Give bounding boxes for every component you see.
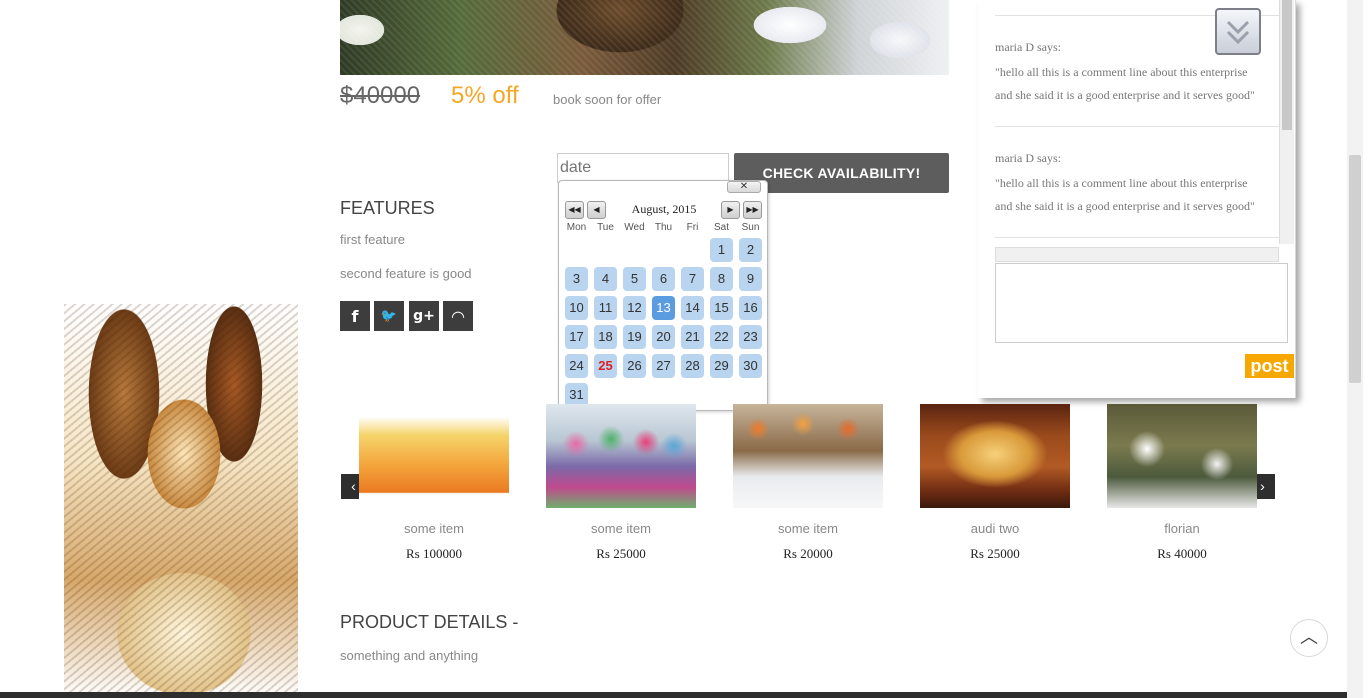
calendar-day[interactable]: 3 [565,267,588,291]
product-image[interactable] [546,404,696,508]
google-plus-icon[interactable]: g+ [409,301,439,331]
weekday-label: Sat [713,222,729,233]
scroll-down-icon[interactable] [1215,8,1261,55]
calendar-day[interactable]: 14 [681,296,704,320]
post-button[interactable]: post [1245,354,1294,378]
divider [995,237,1280,238]
features-heading: FEATURES [340,198,435,218]
calendar-day[interactable]: 10 [565,296,588,320]
calendar-day[interactable]: 5 [623,267,646,291]
calendar-day[interactable]: 7 [681,267,704,291]
product-price: Rs 25000 [970,546,1020,561]
divider [995,126,1280,127]
back-to-top-button[interactable]: ︿ [1290,619,1328,657]
calendar-day[interactable]: 13 [652,296,675,320]
calendar-day[interactable]: 4 [594,267,617,291]
calendar-day[interactable]: 18 [594,325,617,349]
prev-month-button[interactable]: ◀ [587,201,606,219]
product-name[interactable]: audi two [920,521,1070,536]
weekday-label: Thu [654,222,673,233]
calendar-day[interactable]: 11 [594,296,617,320]
prev-year-button[interactable]: ◀◀ [565,201,584,219]
weekday-label: Mon [566,222,587,233]
feature-item: second feature is good [340,266,472,281]
close-icon[interactable]: ✕ [727,181,761,193]
product-image[interactable] [1107,404,1257,508]
weekday-label: Sun [741,222,760,233]
product-name[interactable]: some item [733,521,883,536]
offer-note: book soon for offer [553,92,662,107]
comment-author: maria D says: [995,151,1061,165]
product-price: Rs 100000 [406,546,462,561]
double-chevron-down-icon [1226,20,1250,45]
product-image[interactable] [920,404,1070,508]
calendar-day[interactable]: 28 [681,354,704,378]
calendar-month-title: August, 2015 [631,202,697,216]
rss-icon[interactable]: ◠ [443,301,473,331]
scrollbar-thumb[interactable] [1282,0,1292,130]
calendar-day[interactable]: 29 [710,354,733,378]
comment-text: "hello all this is a comment line about … [995,65,1248,79]
next-year-button[interactable]: ▶▶ [743,201,762,219]
feature-item: first feature [340,232,406,247]
product-image[interactable] [359,404,509,508]
calendar-day[interactable]: 21 [681,325,704,349]
calendar-day[interactable]: 6 [652,267,675,291]
hero-image [340,0,949,75]
product-price: Rs 20000 [783,546,833,561]
product-price: Rs 25000 [596,546,646,561]
calendar-day[interactable]: 24 [565,354,588,378]
product-image[interactable] [733,404,883,508]
comment-input[interactable] [995,263,1288,343]
page-scrollbar-thumb[interactable] [1349,155,1361,383]
calendar-day[interactable]: 19 [623,325,646,349]
weekday-label: Tue [597,222,614,233]
calendar-day[interactable]: 9 [739,267,762,291]
calendar-day[interactable]: 16 [739,296,762,320]
discount-label: 5% off [451,82,519,109]
calendar-day[interactable]: 23 [739,325,762,349]
product-name[interactable]: some item [359,521,509,536]
party-photo [64,304,298,698]
weekday-label: Wed [624,222,645,233]
product-price: Rs 40000 [1157,546,1207,561]
product-details-heading: PRODUCT DETAILS - [340,612,519,632]
date-picker: ✕ ◀◀ ◀ August, 2015 ▶ ▶▶ Mon Tue Wed Thu Fri… [558,180,768,411]
calendar-day[interactable]: 20 [652,325,675,349]
comments-hscrollbar[interactable] [995,247,1279,262]
weekday-label: Fri [686,222,699,233]
product-name[interactable]: florian [1107,521,1257,536]
calendar-day[interactable]: 26 [623,354,646,378]
comments-scrollbar[interactable] [1279,0,1294,244]
comment-text: and she said it is a good enterprise and… [995,199,1255,213]
comment-text: and she said it is a good enterprise and… [995,88,1255,102]
page-scrollbar[interactable] [1347,0,1363,698]
calendar-day[interactable]: 12 [623,296,646,320]
calendar-day[interactable]: 25 [594,354,617,378]
calendar-day[interactable]: 17 [565,325,588,349]
calendar-day[interactable]: 22 [710,325,733,349]
calendar-day[interactable]: 1 [710,238,733,262]
calendar-day[interactable]: 27 [652,354,675,378]
calendar-day[interactable]: 2 [739,238,762,262]
product-details-text: something and anything [340,648,479,663]
calendar-day[interactable]: 30 [739,354,762,378]
product-name[interactable]: some item [546,521,696,536]
date-input[interactable] [557,153,729,183]
footer-strip [0,692,1347,698]
comment-author: maria D says: [995,40,1061,54]
comment-text: "hello all this is a comment line about … [995,176,1248,190]
original-price: $40000 [340,82,421,109]
next-month-button[interactable]: ▶ [721,201,740,219]
calendar-day[interactable]: 8 [710,267,733,291]
twitter-icon[interactable]: 🐦 [374,301,404,331]
facebook-icon[interactable]: f [340,301,370,331]
calendar-day[interactable]: 15 [710,296,733,320]
